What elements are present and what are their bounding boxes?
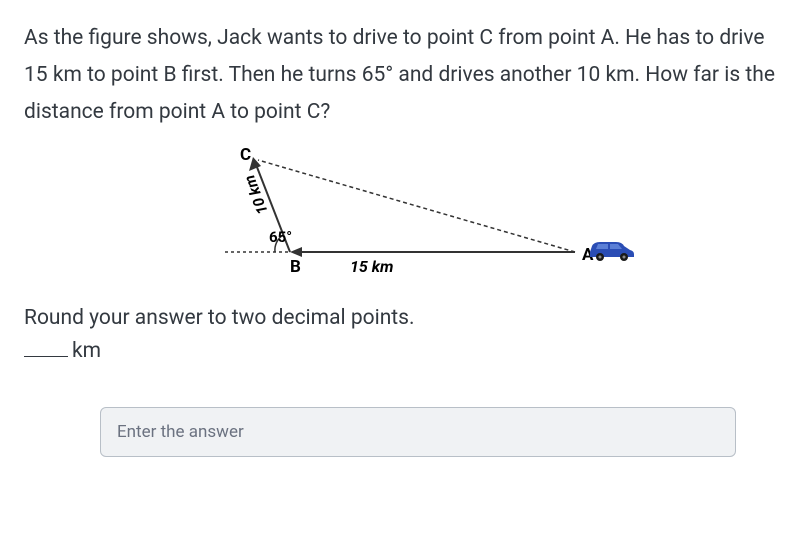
triangle-figure: C B A 65° 15 km 10 km xyxy=(150,142,650,292)
answer-unit: km xyxy=(72,339,101,363)
problem-statement: As the figure shows, Jack wants to drive… xyxy=(24,20,776,130)
label-b: B xyxy=(290,257,301,277)
rounding-instruction: Round your answer to two decimal points. xyxy=(24,300,776,337)
answer-input[interactable] xyxy=(100,407,736,457)
answer-blank-line: km xyxy=(24,339,776,363)
label-c: C xyxy=(240,145,251,165)
label-angle: 65° xyxy=(269,228,292,246)
car-icon xyxy=(590,242,634,261)
label-ab: 15 km xyxy=(350,257,393,276)
